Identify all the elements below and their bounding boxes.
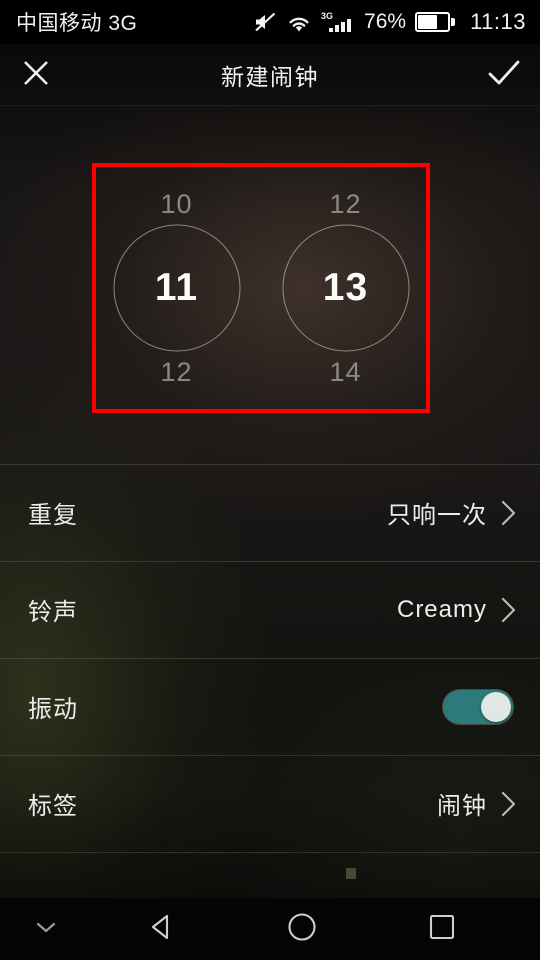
title-bar-divider <box>0 105 540 106</box>
chevron-right-icon <box>500 595 518 625</box>
settings-row-vibrate[interactable]: 振动 <box>0 658 540 755</box>
page-title: 新建闹钟 <box>221 64 319 90</box>
close-button[interactable] <box>0 44 72 106</box>
status-bar: 中国移动 3G 3G 76% 11:13 <box>0 0 540 44</box>
nav-hide-button[interactable] <box>0 919 92 940</box>
settings-row-control <box>442 688 518 725</box>
mute-icon <box>254 11 277 33</box>
status-bar-icons: 3G 76% 11:13 <box>254 9 526 35</box>
settings-row-control: Creamy <box>397 595 518 625</box>
svg-text:3G: 3G <box>321 11 333 21</box>
settings-row-label[interactable]: 标签 闹钟 <box>0 755 540 852</box>
settings-row-label: 振动 <box>28 696 78 723</box>
recents-square-icon <box>427 912 457 947</box>
vibrate-toggle-knob <box>481 691 511 722</box>
settings-row-value: 只响一次 <box>387 502 487 529</box>
wifi-icon <box>286 12 312 33</box>
settings-row-value: 闹钟 <box>437 793 487 820</box>
settings-row-label-text: 标签 <box>28 793 78 820</box>
settings-row-ringtone[interactable]: 铃声 Creamy <box>0 561 540 658</box>
battery-icon <box>415 12 456 32</box>
nav-home-button[interactable] <box>232 911 372 948</box>
carrier-label: 中国移动 3G <box>16 12 138 35</box>
settings-row-label: 重复 <box>28 502 78 529</box>
nav-recents-button[interactable] <box>372 912 512 947</box>
minute-selected-value[interactable]: 13 <box>323 266 368 310</box>
status-bar-clock: 11:13 <box>470 9 526 34</box>
settings-row-partial[interactable] <box>0 852 540 898</box>
home-circle-icon <box>286 911 318 948</box>
chevron-right-icon <box>500 498 518 528</box>
back-triangle-icon <box>147 912 177 947</box>
signal-3g-icon: 3G <box>321 11 355 33</box>
list-speck-decoration <box>346 868 356 879</box>
settings-row-label: 铃声 <box>28 599 78 626</box>
battery-percent-label: 76% <box>364 10 407 33</box>
settings-list: 重复 只响一次 铃声 Creamy 振动 标签 闹钟 <box>0 464 540 898</box>
vibrate-toggle[interactable] <box>442 688 514 725</box>
close-icon <box>21 58 51 93</box>
settings-row-value: Creamy <box>396 595 487 623</box>
settings-row-control: 只响一次 <box>387 495 518 530</box>
settings-row-control: 闹钟 <box>437 786 518 821</box>
phone-screen: 中国移动 3G 3G 76% 11:13 新建闹钟 10 11 12 12 13… <box>0 0 540 960</box>
hour-selected-value[interactable]: 11 <box>155 266 198 310</box>
confirm-button[interactable] <box>468 44 540 106</box>
check-icon <box>487 58 521 93</box>
chevron-right-icon <box>500 789 518 819</box>
navigation-bar <box>0 898 540 960</box>
title-bar: 新建闹钟 <box>0 44 540 106</box>
settings-row-repeat[interactable]: 重复 只响一次 <box>0 464 540 561</box>
time-picker: 10 11 12 12 13 14 <box>0 106 540 464</box>
chevron-down-icon <box>34 919 58 940</box>
nav-back-button[interactable] <box>92 912 232 947</box>
time-picker-highlight-box <box>92 163 430 413</box>
